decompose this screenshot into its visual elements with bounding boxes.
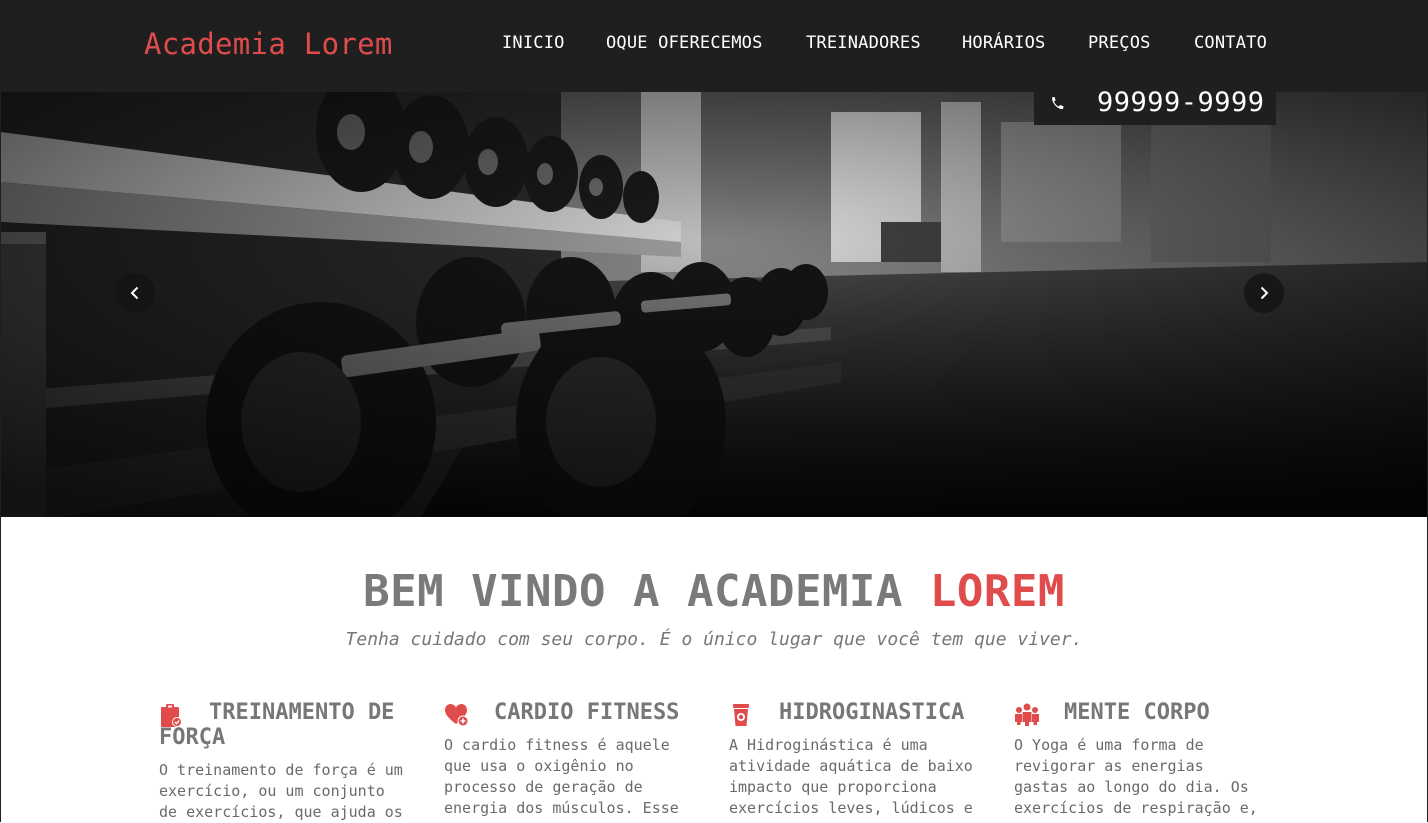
phone-icon <box>1052 97 1064 110</box>
phone-number[interactable]: 99999-9999 <box>1097 87 1265 118</box>
feature-title: HIDROGINASTICA <box>779 700 965 725</box>
hero-image <box>1 92 1427 517</box>
carousel-next-button[interactable] <box>1244 273 1284 313</box>
welcome-title: BEM VINDO A ACADEMIA LOREM <box>0 566 1428 617</box>
feature-hydro-gymnastics: HIDROGINASTICA A Hidroginástica é uma at… <box>729 700 979 819</box>
cup-icon <box>733 704 749 726</box>
chevron-right-icon <box>1260 286 1269 300</box>
feature-mind-body: MENTE CORPO O Yoga é uma forma de revigo… <box>1014 700 1264 819</box>
nav-item-contato[interactable]: CONTATO <box>1194 33 1267 53</box>
nav-item-precos[interactable]: PREÇOS <box>1088 33 1151 53</box>
feature-title: MENTE CORPO <box>1064 700 1210 725</box>
welcome-title-prefix: BEM VINDO A ACADEMIA <box>363 566 903 617</box>
nav-item-horarios[interactable]: HORÁRIOS <box>962 33 1045 53</box>
feature-text: O cardio fitness é aquele que usa o oxig… <box>444 736 679 817</box>
welcome-title-accent: LOREM <box>929 566 1065 617</box>
page-border-left <box>0 92 1 822</box>
carousel-prev-button[interactable] <box>115 273 155 313</box>
feature-cardio-fitness: CARDIO FITNESS O cardio fitness é aquele… <box>444 700 694 819</box>
feature-title: CARDIO FITNESS <box>494 700 680 725</box>
feature-text: O treinamento de força é um exercício, o… <box>159 761 403 821</box>
chevron-left-icon <box>130 286 139 300</box>
welcome-subtitle: Tenha cuidado com seu corpo. É o único l… <box>345 629 1083 650</box>
heart-plus-icon <box>445 704 469 727</box>
nav-item-inicio[interactable]: INICIO <box>502 33 565 53</box>
nav-menu: INICIO OQUE OFERECEMOS TREINADORES HORÁR… <box>0 33 1428 57</box>
nav-item-treinadores[interactable]: TREINADORES <box>806 33 921 53</box>
hero-carousel <box>1 92 1427 517</box>
clipboard-check-icon <box>161 704 182 727</box>
feature-strength-training: TREINAMENTO DE FORÇA O treinamento de fo… <box>159 700 409 823</box>
group-icon <box>1015 703 1039 726</box>
feature-text: A Hidroginástica é uma atividade aquátic… <box>729 736 973 817</box>
navbar: Academia Lorem INICIO OQUE OFERECEMOS TR… <box>0 0 1428 92</box>
feature-text: O Yoga é uma forma de revigorar as energ… <box>1014 736 1258 817</box>
feature-title: TREINAMENTO DE FORÇA <box>159 700 395 750</box>
phone-box: 99999-9999 <box>1034 84 1276 125</box>
nav-item-oque-oferecemos[interactable]: OQUE OFERECEMOS <box>606 33 763 53</box>
